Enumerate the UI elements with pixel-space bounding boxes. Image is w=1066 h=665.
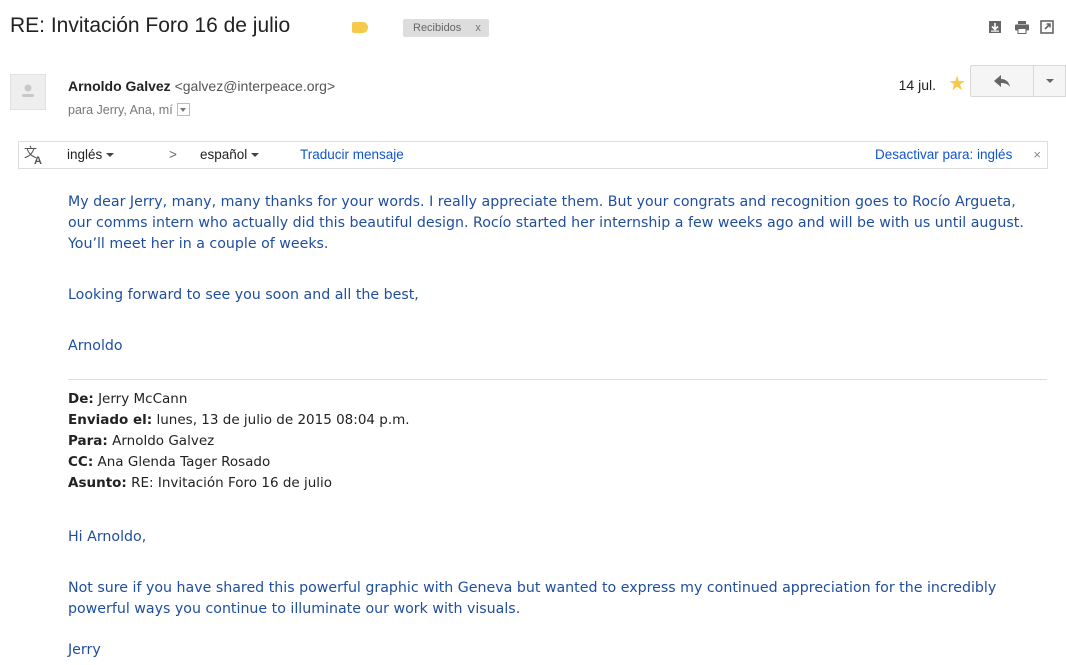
subject-toolbar: [988, 20, 1056, 36]
from-value: Jerry McCann: [98, 391, 188, 407]
quoted-sent: Enviado el: lunes, 13 de julio de 2015 0…: [68, 410, 410, 431]
email-date[interactable]: 14 jul.: [899, 77, 936, 93]
quote-divider: [68, 379, 1047, 380]
cc-value: Ana Glenda Tager Rosado: [97, 454, 271, 470]
translate-icon: 文A: [24, 145, 46, 168]
target-language-dropdown[interactable]: español: [200, 147, 260, 162]
inbox-label-text: Recibidos: [413, 22, 462, 34]
svg-text:A: A: [34, 155, 42, 165]
subject-row: RE: Invitación Foro 16 de julio Recibido…: [10, 14, 1056, 44]
inbox-label-chip: Recibidos x: [403, 19, 489, 37]
print-icon[interactable]: [1014, 20, 1030, 36]
recipients-text: para Jerry, Ana, mí: [68, 103, 173, 117]
email-subject: RE: Invitación Foro 16 de julio: [10, 14, 291, 37]
star-icon[interactable]: ★: [948, 74, 966, 94]
translate-bar: 文A inglés > español Traducir mensaje Des…: [18, 141, 1048, 169]
sender-line[interactable]: Arnoldo Galvez <galvez@interpeace.org>: [68, 78, 335, 94]
to-label: Para:: [68, 433, 108, 449]
to-value: Arnoldo Galvez: [112, 433, 215, 449]
caret-down-icon: [106, 153, 115, 158]
source-language-dropdown[interactable]: inglés: [67, 147, 115, 162]
from-label: De:: [68, 391, 94, 407]
reply-signature: Arnoldo: [68, 338, 123, 354]
reply-icon: [994, 75, 1010, 87]
reply-paragraph-1: My dear Jerry, many, many thanks for you…: [68, 194, 1024, 252]
remove-label-button[interactable]: x: [475, 22, 481, 34]
quoted-to: Para: Arnoldo Galvez: [68, 431, 214, 452]
cc-label: CC:: [68, 454, 94, 470]
sent-value: lunes, 13 de julio de 2015 08:04 p.m.: [156, 412, 410, 428]
more-actions-button[interactable]: [1034, 65, 1066, 97]
source-language-label: inglés: [67, 147, 103, 162]
quoted-subject: Asunto: RE: Invitación Foro 16 de julio: [68, 473, 332, 494]
caret-down-icon: [251, 153, 260, 158]
sent-label: Enviado el:: [68, 412, 153, 428]
quoted-from: De: Jerry McCann: [68, 389, 187, 410]
recipients-line: para Jerry, Ana, mí: [68, 103, 190, 117]
subject-label: Asunto:: [68, 475, 127, 491]
sender-email: <galvez@interpeace.org>: [174, 78, 336, 94]
show-details-dropdown[interactable]: [176, 103, 190, 117]
open-in-new-window-icon[interactable]: [1040, 20, 1056, 36]
target-language-label: español: [200, 147, 248, 162]
quoted-greeting: Hi Arnoldo,: [68, 529, 147, 545]
chevron-down-icon: [1045, 79, 1054, 83]
sender-name[interactable]: Arnoldo Galvez: [68, 78, 171, 94]
translate-arrow: >: [169, 147, 177, 162]
reply-button[interactable]: [970, 65, 1034, 97]
close-icon[interactable]: ×: [1033, 147, 1041, 162]
sender-avatar[interactable]: [10, 74, 46, 110]
subject-value: RE: Invitación Foro 16 de julio: [131, 475, 333, 491]
disable-translation-link[interactable]: Desactivar para: inglés: [875, 147, 1012, 162]
important-label-icon[interactable]: [352, 22, 368, 33]
quoted-paragraph: Not sure if you have shared this powerfu…: [68, 580, 997, 617]
download-icon[interactable]: [988, 20, 1004, 36]
quoted-cc: CC: Ana Glenda Tager Rosado: [68, 452, 270, 473]
quoted-signature: Jerry: [68, 642, 101, 658]
reply-paragraph-2: Looking forward to see you soon and all …: [68, 287, 419, 303]
translate-message-link[interactable]: Traducir mensaje: [300, 147, 404, 162]
